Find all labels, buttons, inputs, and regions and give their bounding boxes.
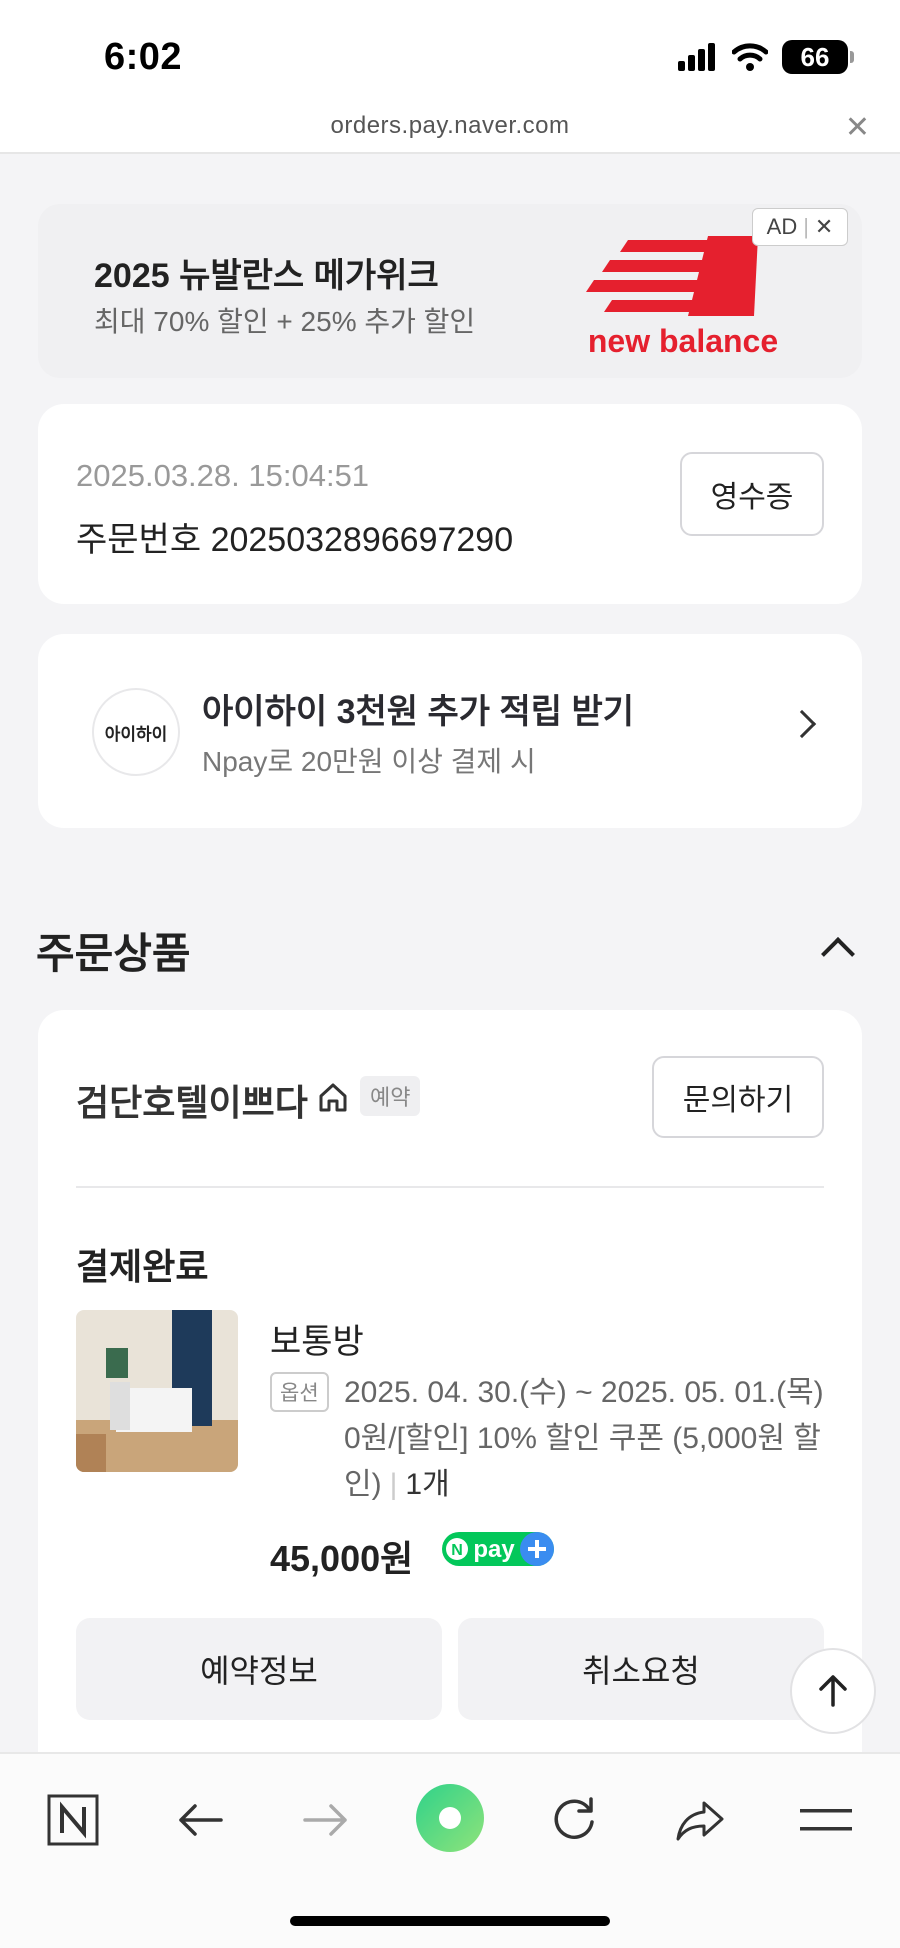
chevron-up-icon[interactable] (821, 937, 855, 971)
ad-title: 2025 뉴발란스 메가위크 (94, 257, 439, 295)
promo-subtitle: Npay로 20만원 이상 결제 시 (202, 746, 536, 777)
promo-card[interactable]: 아이하이 아이하이 3천원 추가 적립 받기 Npay로 20만원 이상 결제 … (38, 634, 862, 828)
svg-text:N: N (451, 1542, 463, 1559)
payment-status: 결제완료 (76, 1246, 209, 1287)
ad-banner[interactable]: 2025 뉴발란스 메가위크 최대 70% 할인 + 25% 추가 할인 new… (38, 204, 862, 378)
ihai-logo: 아이하이 (92, 688, 180, 776)
cancel-request-button[interactable]: 취소요청 (458, 1618, 824, 1720)
status-bar: 6:02 66 (0, 0, 900, 112)
ihai-logo-text: 아이하이 (104, 724, 168, 744)
scroll-to-top-button[interactable] (790, 1648, 876, 1734)
option-detail: 2025. 04. 30.(수) ~ 2025. 05. 01.(목) 0원/[… (344, 1370, 832, 1508)
qty-separator: | (389, 1468, 398, 1501)
new-balance-logo: new balance (586, 236, 778, 359)
ad-brand: new balance (588, 323, 778, 359)
order-number: 주문번호 2025032896697290 (76, 521, 514, 559)
order-date: 2025.03.28. 15:04:51 (76, 458, 370, 493)
home-icon (319, 1083, 347, 1112)
npay-plus-badge: N pay (442, 1532, 554, 1566)
share-icon[interactable] (670, 1790, 730, 1850)
reservation-tag: 예약 (360, 1076, 421, 1116)
ad-badge[interactable]: AD | ✕ (752, 208, 848, 246)
chevron-right-icon (787, 709, 817, 739)
order-info-card: 2025.03.28. 15:04:51 주문번호 20250328966972… (38, 404, 862, 604)
refresh-icon[interactable] (544, 1790, 604, 1850)
room-thumbnail[interactable] (76, 1310, 238, 1472)
signal-icon (678, 43, 715, 71)
status-time: 6:02 (104, 36, 183, 78)
green-dot-icon[interactable] (414, 1782, 486, 1854)
reservation-info-button[interactable]: 예약정보 (76, 1618, 442, 1720)
url-bar[interactable]: orders.pay.naver.com ✕ (0, 104, 900, 154)
menu-icon[interactable] (796, 1790, 856, 1850)
quantity: 1개 (405, 1468, 450, 1501)
home-indicator (290, 1916, 610, 1926)
option-tag: 옵션 (270, 1372, 329, 1412)
section-title: 주문상품 (36, 930, 191, 977)
receipt-button[interactable]: 영수증 (680, 452, 824, 536)
ad-label: AD (766, 214, 798, 239)
wifi-icon (732, 43, 768, 71)
ad-close-icon[interactable]: ✕ (815, 214, 833, 240)
url-text: orders.pay.naver.com (330, 112, 570, 139)
status-icons: 66 (678, 40, 854, 74)
badge-separator: | (803, 214, 809, 239)
ad-subtitle: 최대 70% 할인 + 25% 추가 할인 (94, 306, 476, 337)
battery-level: 66 (800, 41, 830, 72)
npay-label: pay (473, 1536, 515, 1563)
forward-icon[interactable] (296, 1790, 356, 1850)
store-name[interactable]: 검단호텔이쁘다 (76, 1074, 308, 1126)
close-icon[interactable]: ✕ (845, 110, 870, 145)
battery-icon: 66 (782, 40, 854, 74)
arrow-up-icon (819, 1675, 847, 1707)
promo-title: 아이하이 3천원 추가 적립 받기 (202, 693, 635, 731)
back-icon[interactable] (170, 1790, 230, 1850)
room-name: 보통방 (270, 1323, 364, 1361)
naver-icon[interactable] (43, 1790, 103, 1850)
divider (76, 1186, 824, 1188)
price: 45,000원 (270, 1538, 414, 1579)
inquiry-button[interactable]: 문의하기 (652, 1056, 824, 1138)
